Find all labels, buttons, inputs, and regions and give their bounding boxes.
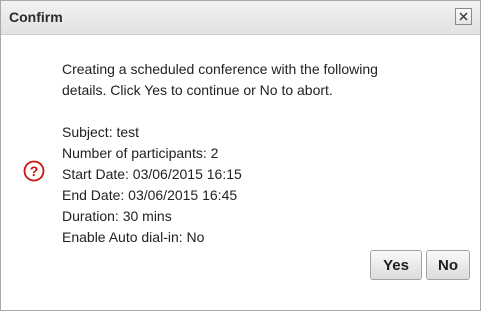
intro-line: details. Click Yes to continue or No to … xyxy=(62,82,333,98)
close-button[interactable] xyxy=(455,8,472,25)
start-date-detail: Start Date: 03/06/2015 16:15 xyxy=(62,166,242,182)
dialog-titlebar[interactable]: Confirm xyxy=(1,1,480,35)
question-icon: ? xyxy=(23,160,45,182)
svg-text:?: ? xyxy=(30,163,39,179)
intro-line: Creating a scheduled conference with the… xyxy=(62,61,378,77)
dialog-message: Creating a scheduled conference with the… xyxy=(62,59,462,248)
subject-detail: Subject: test xyxy=(62,124,140,140)
no-button[interactable]: No xyxy=(426,250,470,280)
participants-detail: Number of participants: 2 xyxy=(62,145,219,161)
close-icon xyxy=(459,12,468,21)
confirm-dialog: Confirm ? Creating a scheduled conferenc… xyxy=(0,0,481,311)
end-date-detail: End Date: 03/06/2015 16:45 xyxy=(62,187,238,203)
duration-detail: Duration: 30 mins xyxy=(62,208,172,224)
auto-dial-in-detail: Enable Auto dial-in: No xyxy=(62,229,205,245)
intro-text: Creating a scheduled conference with the… xyxy=(62,59,462,101)
dialog-title: Confirm xyxy=(9,9,63,25)
yes-button[interactable]: Yes xyxy=(370,250,422,280)
